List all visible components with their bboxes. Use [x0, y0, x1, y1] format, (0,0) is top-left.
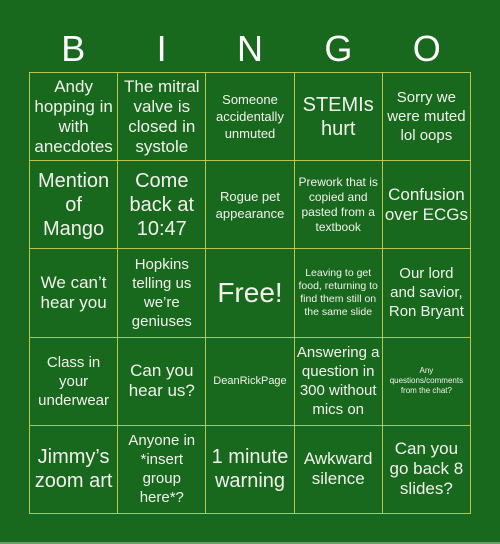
header-letter-b: B — [61, 28, 86, 69]
cell-text: Prework that is copied and pasted from a… — [298, 174, 378, 234]
cell-text: Answering a question in 300 without mics… — [296, 344, 380, 419]
bingo-cell[interactable]: STEMIs hurt — [294, 73, 383, 162]
bingo-cell[interactable]: Our lord and savior, Ron Bryant — [382, 249, 471, 338]
cell-text: Andy hopping in with anecdotes — [34, 76, 113, 156]
cell-text: We can’t hear you — [40, 272, 107, 312]
bingo-cell[interactable]: Rogue pet appearance — [206, 161, 295, 250]
bingo-cell[interactable]: Come back at 10:47 — [118, 161, 207, 250]
bingo-cell[interactable]: Answering a question in 300 without mics… — [294, 337, 383, 426]
cell-text: STEMIs hurt — [302, 93, 374, 140]
bingo-cell[interactable]: Mention of Mango — [30, 161, 119, 250]
cell-text: Any questions/comments from the chat? — [389, 366, 464, 396]
cell-text: Mention of Mango — [38, 169, 110, 240]
cell-text: Come back at 10:47 — [129, 169, 195, 240]
cell-text: Our lord and savior, Ron Bryant — [388, 265, 464, 321]
cell-text: Rogue pet appearance — [215, 188, 285, 221]
bingo-cell[interactable]: DeanRickPage — [206, 337, 295, 426]
free-space-cell[interactable]: Free! — [206, 249, 295, 338]
cell-text: The mitral valve is closed in systole — [124, 76, 200, 156]
cell-text: Can you go back 8 slides? — [389, 439, 464, 499]
header-letter-i: I — [156, 28, 167, 69]
bingo-cell[interactable]: Sorry we were muted lol oops — [382, 73, 471, 162]
cell-text: Sorry we were muted lol oops — [387, 89, 466, 145]
cell-text: Can you hear us? — [128, 361, 195, 401]
bingo-cell[interactable]: Leaving to get food, returning to find t… — [294, 249, 383, 338]
bingo-cell[interactable]: Prework that is copied and pasted from a… — [294, 161, 383, 250]
bingo-cell[interactable]: Confusion over ECGs — [382, 161, 471, 250]
bingo-cell[interactable]: Jimmy’s zoom art — [30, 425, 119, 514]
bingo-cell[interactable]: 1 minute warning — [206, 425, 295, 514]
bingo-cell[interactable]: Any questions/comments from the chat? — [382, 337, 471, 426]
cell-text: Leaving to get food, returning to find t… — [298, 266, 378, 318]
bingo-card-grid: Andy hopping in with anecdotes The mitra… — [29, 72, 471, 514]
bingo-cell[interactable]: Andy hopping in with anecdotes — [30, 73, 119, 162]
bingo-cell[interactable]: Anyone in *insert group here*? — [118, 425, 207, 514]
bingo-cell[interactable]: Class in your underwear — [30, 337, 119, 426]
cell-text: Jimmy’s zoom art — [34, 446, 113, 493]
cell-text: Class in your underwear — [38, 353, 110, 409]
free-space-text: Free! — [217, 276, 283, 308]
header-letter-n: N — [236, 28, 263, 69]
cell-text: Awkward silence — [303, 449, 373, 489]
header-letter-o: O — [412, 28, 441, 69]
bingo-cell[interactable]: We can’t hear you — [30, 249, 119, 338]
cell-text: Anyone in *insert group here*? — [128, 432, 196, 507]
cell-text: Hopkins telling us we’re geniuses — [131, 255, 192, 330]
bingo-header: B I N G O — [29, 26, 471, 72]
header-letter-g: G — [324, 28, 353, 69]
cell-text: 1 minute warning — [211, 446, 289, 493]
bingo-cell[interactable]: Hopkins telling us we’re geniuses — [118, 249, 207, 338]
cell-text: Confusion over ECGs — [384, 184, 468, 224]
bingo-cell[interactable]: Someone accidentally unmuted — [206, 73, 295, 162]
cell-text: Someone accidentally unmuted — [216, 92, 284, 142]
bingo-cell[interactable]: The mitral valve is closed in systole — [118, 73, 207, 162]
bingo-cell[interactable]: Awkward silence — [294, 425, 383, 514]
cell-text: DeanRickPage — [213, 375, 287, 388]
bingo-cell[interactable]: Can you go back 8 slides? — [382, 425, 471, 514]
bingo-cell[interactable]: Can you hear us? — [118, 337, 207, 426]
